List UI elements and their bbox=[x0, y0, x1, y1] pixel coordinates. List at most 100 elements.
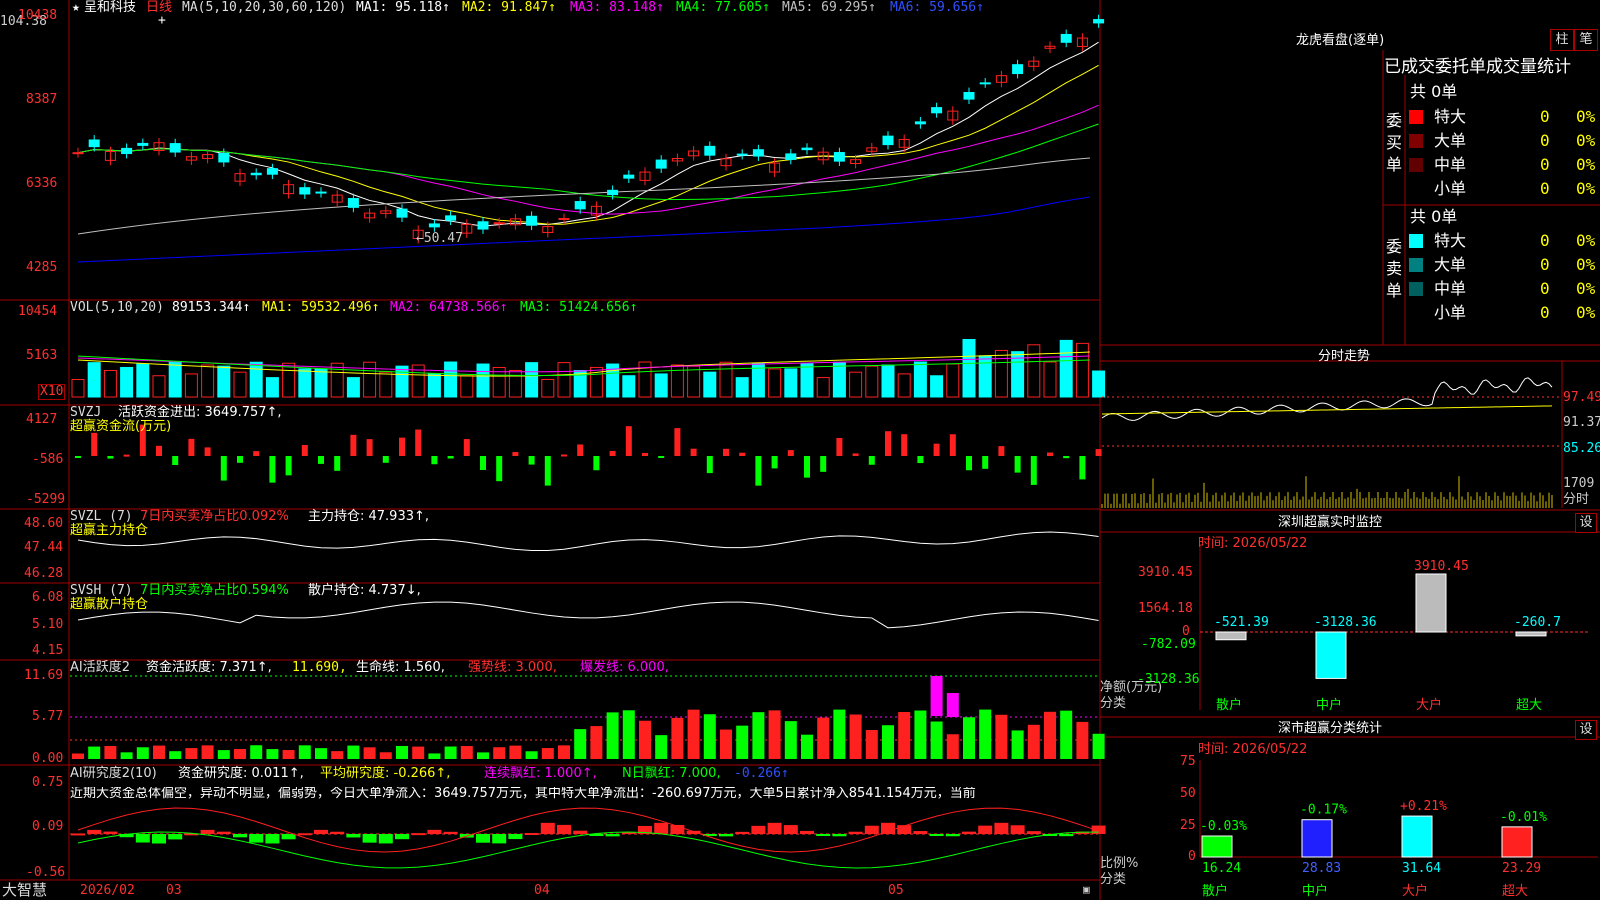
activity-bar bbox=[849, 714, 862, 759]
monitor-bar-value: -260.7 bbox=[1514, 615, 1561, 630]
research-bar bbox=[1010, 825, 1025, 834]
x-label-3: 05 bbox=[888, 883, 904, 898]
y-tick-svzj-0: 4127 bbox=[26, 412, 58, 427]
research-bar bbox=[103, 831, 118, 834]
capital-flow-bar bbox=[366, 439, 373, 456]
svzl-ratio: 7日内买卖净占比0.092% bbox=[140, 509, 289, 524]
research-bar bbox=[216, 831, 231, 834]
svsh-label: SVSH (7) bbox=[70, 583, 133, 598]
stats-settings-button[interactable]: 设 bbox=[1575, 720, 1597, 740]
buy-row-pct: 0% bbox=[1576, 107, 1596, 126]
activity-bar-burst bbox=[946, 693, 959, 717]
capital-flow-bar bbox=[237, 456, 243, 463]
capital-flow-bar bbox=[172, 456, 179, 466]
activity-bar bbox=[1076, 721, 1089, 759]
activity-bar bbox=[1092, 733, 1105, 759]
monitor-category-label: 中户 bbox=[1316, 697, 1342, 713]
stats-change-label: -0.01% bbox=[1500, 810, 1547, 825]
stroke-view-button[interactable]: 笔 bbox=[1574, 29, 1598, 51]
activity-bar bbox=[606, 712, 619, 759]
candle-body bbox=[88, 139, 100, 148]
capital-flow-bar bbox=[885, 431, 891, 456]
monitor-settings-button[interactable]: 设 bbox=[1575, 513, 1597, 533]
activity-bar bbox=[703, 714, 716, 759]
stats-y-2: 25 bbox=[1180, 818, 1196, 833]
activity-bar bbox=[720, 729, 732, 759]
capital-flow-bar bbox=[285, 456, 292, 476]
candlestick-panel[interactable] bbox=[72, 14, 1105, 263]
main-holding-line bbox=[77, 531, 1099, 552]
volume-bar bbox=[622, 375, 636, 398]
buy-row-count: 0 bbox=[1540, 179, 1550, 198]
activity-bar bbox=[930, 721, 943, 759]
candle-body bbox=[655, 159, 667, 169]
svsh-ratio: 7日内买卖净占比0.594% bbox=[140, 583, 289, 598]
star-icon[interactable]: ★ bbox=[72, 1, 80, 15]
y-tick-vol-1: 5163 bbox=[26, 348, 58, 363]
capital-flow-bar bbox=[123, 454, 130, 457]
vol-ma1: MA1: 59532.496↑ bbox=[262, 300, 380, 315]
vol-value: 89153.344↑ bbox=[172, 300, 251, 315]
volume-bar bbox=[1059, 339, 1073, 398]
research-bar bbox=[1026, 831, 1041, 834]
y-tick-main-3: 4285 bbox=[26, 260, 58, 275]
capital-flow-bar bbox=[480, 456, 486, 471]
research-bar bbox=[233, 834, 247, 838]
ma-line-2 bbox=[77, 64, 1099, 225]
activity-bar bbox=[963, 717, 975, 759]
activity-bar bbox=[898, 711, 911, 759]
svzl-hold: 主力持仓: 47.933↑, bbox=[308, 509, 430, 524]
volume-bar bbox=[768, 368, 782, 398]
ma5-value: MA5: 69.295↑ bbox=[782, 0, 876, 15]
volume-bar bbox=[460, 375, 474, 398]
sell-row-count: 0 bbox=[1540, 231, 1550, 250]
capital-flow-bar bbox=[91, 432, 98, 456]
vol-ma2: MA2: 64738.566↑ bbox=[390, 300, 508, 315]
capital-flow-bar bbox=[577, 444, 584, 456]
ai-research-label: AI研究度2(10) bbox=[70, 766, 157, 781]
candle-body bbox=[785, 153, 797, 160]
activity-bar bbox=[687, 709, 700, 759]
buy-row-label: 大单 bbox=[1434, 131, 1467, 150]
research-bar bbox=[314, 829, 328, 834]
y-tick-svzj-2: -5299 bbox=[26, 492, 66, 507]
lock-icon[interactable]: ▣ bbox=[1083, 883, 1090, 897]
activity-bar bbox=[347, 745, 360, 759]
stats-bar bbox=[1501, 826, 1533, 858]
capital-flow-bar bbox=[642, 452, 648, 456]
research-bar bbox=[573, 830, 588, 834]
research-bar bbox=[605, 834, 620, 837]
activity-bar bbox=[201, 745, 214, 759]
capital-flow-bar bbox=[933, 443, 940, 456]
stats-bar bbox=[1301, 819, 1333, 858]
monitor-category-label: 大户 bbox=[1416, 697, 1442, 713]
volume-bar bbox=[87, 362, 101, 398]
svsh-hold: 散户持仓: 4.737↓, bbox=[308, 583, 421, 598]
y-tick-air-0: 0.75 bbox=[32, 775, 64, 790]
activity-bar bbox=[574, 729, 587, 759]
stats-bar bbox=[1401, 815, 1433, 858]
capital-flow-bar bbox=[868, 456, 875, 465]
activity-bar bbox=[396, 745, 408, 759]
svzj-title: 活跃资金进出: 3649.757↑, bbox=[118, 405, 282, 420]
activity-bar bbox=[444, 746, 457, 759]
capital-flow-bar bbox=[350, 434, 357, 456]
bar-view-button[interactable]: 柱 bbox=[1550, 29, 1574, 51]
crosshair-icon[interactable]: + bbox=[158, 14, 166, 28]
brand-logo: 大智慧 bbox=[2, 881, 48, 899]
research-bar bbox=[783, 825, 798, 834]
stats-xlabel: 分类 bbox=[1100, 872, 1127, 887]
stats-change-label: -0.03% bbox=[1200, 819, 1247, 834]
ma2-value: MA2: 91.847↑ bbox=[462, 0, 556, 15]
volume-bar bbox=[395, 365, 409, 398]
volume-bar bbox=[444, 361, 458, 398]
ma3-value: MA3: 83.148↑ bbox=[570, 0, 664, 15]
ma-line-1 bbox=[77, 41, 1099, 227]
research-bar bbox=[297, 833, 312, 836]
intraday-title[interactable]: 分时走势 bbox=[1318, 350, 1370, 364]
activity-bar bbox=[1060, 710, 1073, 759]
candle-body bbox=[72, 152, 84, 155]
candle-body bbox=[445, 215, 457, 221]
candle-body bbox=[833, 152, 845, 162]
sell-row-label: 小单 bbox=[1434, 303, 1467, 322]
